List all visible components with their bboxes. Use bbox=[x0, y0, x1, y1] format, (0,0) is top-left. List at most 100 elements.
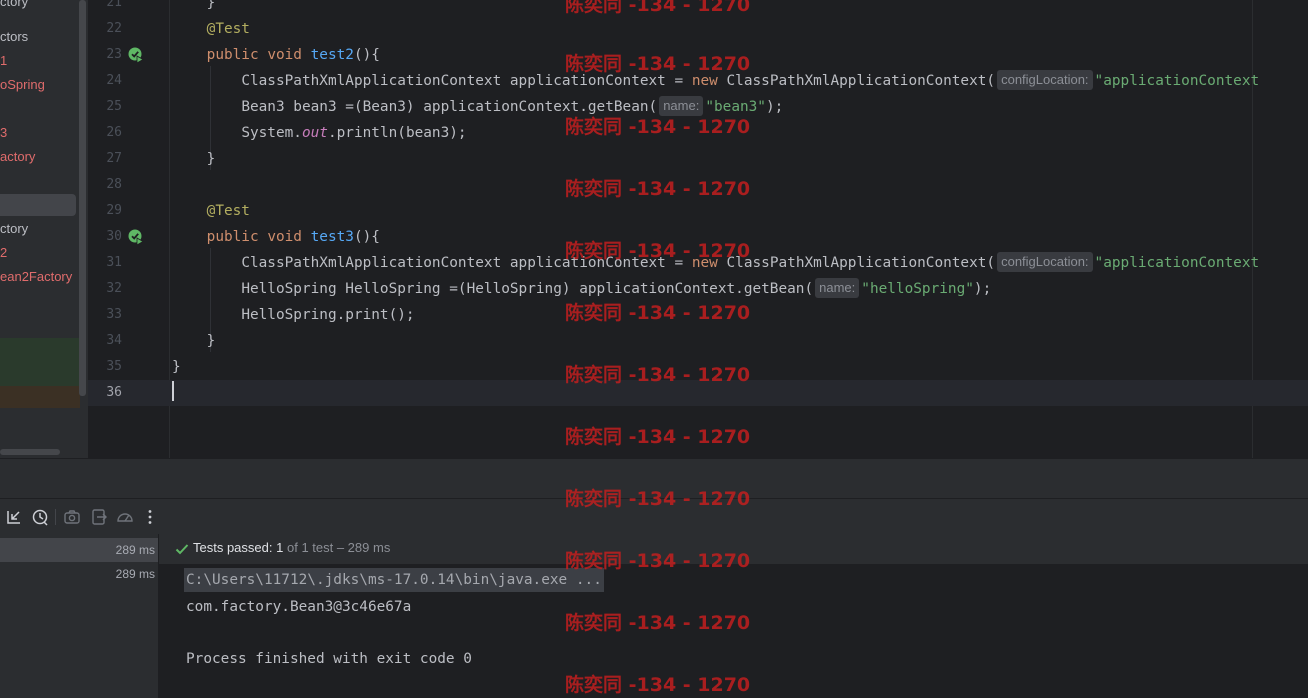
tree-horizontal-scrollbar[interactable] bbox=[0, 449, 60, 455]
code-text: @Test bbox=[206, 203, 250, 219]
console-output-line: com.factory.Bean3@3c46e67a bbox=[186, 599, 412, 615]
tree-item-label: ctory bbox=[0, 0, 29, 9]
tree-item[interactable]: actory bbox=[0, 146, 35, 168]
code-line: 32 HelloSpring HelloSpring =(HelloSpring… bbox=[88, 276, 1308, 302]
code-text: } bbox=[206, 0, 216, 11]
history-icon[interactable] bbox=[30, 507, 50, 527]
tree-item-label: oSpring bbox=[0, 77, 45, 92]
code-editor[interactable]: 21 } 22 @Test 23 public void test2(){ 24… bbox=[88, 0, 1308, 458]
code-text: ClassPathXmlApplicationContext applicati… bbox=[241, 252, 1260, 272]
parameter-hint: configLocation: bbox=[997, 252, 1093, 272]
tree-modified-highlight bbox=[0, 386, 80, 408]
test-duration: 289 ms bbox=[115, 543, 155, 557]
code-line: 35 } bbox=[88, 354, 1308, 380]
test-status-bar: Tests passed: 1 of 1 test – 289 ms bbox=[159, 534, 1308, 564]
tree-item-label: 2 bbox=[0, 245, 8, 260]
code-text: @Test bbox=[206, 21, 250, 37]
test-status-text: Tests passed: 1 of 1 test – 289 ms bbox=[193, 540, 391, 555]
code-text: System.out.println(bean3); bbox=[241, 125, 467, 141]
console-command-line[interactable]: C:\Users\11712\.jdks\ms-17.0.14\bin\java… bbox=[184, 568, 604, 592]
code-line: 23 public void test2(){ bbox=[88, 42, 1308, 68]
test-duration: 289 ms bbox=[115, 567, 155, 581]
code-line: 30 public void test3(){ bbox=[88, 224, 1308, 250]
code-text: public void test2(){ bbox=[206, 47, 380, 63]
code-line: 24 ClassPathXmlApplicationContext applic… bbox=[88, 68, 1308, 94]
console-output[interactable]: Tests passed: 1 of 1 test – 289 ms C:\Us… bbox=[159, 534, 1308, 698]
camera-icon[interactable] bbox=[62, 507, 82, 527]
line-number: 30 bbox=[106, 229, 122, 244]
tree-vertical-scrollbar[interactable] bbox=[79, 0, 86, 396]
tree-item[interactable]: oSpring bbox=[0, 74, 45, 96]
tree-item[interactable]: ctory bbox=[0, 218, 28, 240]
tree-item[interactable]: ctors bbox=[0, 26, 28, 48]
tree-item-label: ctors bbox=[0, 29, 29, 44]
tree-item[interactable]: 1 bbox=[0, 50, 7, 72]
import-tests-icon[interactable] bbox=[4, 507, 24, 527]
code-line: 26 System.out.println(bean3); bbox=[88, 120, 1308, 146]
code-line: 25 Bean3 bean3 =(Bean3) applicationConte… bbox=[88, 94, 1308, 120]
tree-item-label: 3 bbox=[0, 125, 8, 140]
code-line: 34 } bbox=[88, 328, 1308, 354]
line-number: 24 bbox=[106, 73, 122, 88]
tree-item[interactable]: ctory bbox=[0, 0, 28, 13]
code-line: 33 HelloSpring.print(); bbox=[88, 302, 1308, 328]
line-number: 32 bbox=[106, 281, 122, 296]
tree-item[interactable]: ean2Factory bbox=[0, 266, 72, 288]
more-options-icon[interactable] bbox=[140, 507, 160, 527]
line-number: 27 bbox=[106, 151, 122, 166]
line-number: 28 bbox=[106, 177, 122, 192]
text-caret bbox=[172, 381, 174, 401]
code-line: 27 } bbox=[88, 146, 1308, 172]
line-number: 31 bbox=[106, 255, 122, 270]
coverage-icon[interactable] bbox=[115, 507, 135, 527]
code-text: public void test3(){ bbox=[206, 229, 380, 245]
tree-item-label: ean2Factory bbox=[0, 269, 73, 284]
line-number: 25 bbox=[106, 99, 122, 114]
tool-window-header bbox=[0, 458, 1308, 499]
code-text: Bean3 bean3 =(Bean3) applicationContext.… bbox=[241, 96, 784, 116]
line-number: 29 bbox=[106, 203, 122, 218]
test-results-tree: 289 ms 289 ms bbox=[0, 534, 159, 698]
code-line: 22 @Test bbox=[88, 16, 1308, 42]
line-number: 33 bbox=[106, 307, 122, 322]
current-code-line[interactable]: 36 bbox=[88, 380, 1308, 406]
code-text: HelloSpring.print(); bbox=[241, 307, 415, 323]
export-icon[interactable] bbox=[89, 507, 109, 527]
tree-selection-highlight bbox=[0, 194, 76, 216]
code-text: } bbox=[172, 359, 181, 375]
line-number: 21 bbox=[106, 0, 122, 10]
test-tree-row[interactable]: 289 ms bbox=[0, 562, 158, 586]
check-icon bbox=[175, 544, 189, 555]
code-text bbox=[172, 380, 174, 406]
code-line: 29 @Test bbox=[88, 198, 1308, 224]
code-line: 28 bbox=[88, 172, 1308, 198]
tree-item-label: actory bbox=[0, 149, 36, 164]
tree-item[interactable]: 3 bbox=[0, 122, 7, 144]
parameter-hint: name: bbox=[659, 96, 704, 116]
line-number: 26 bbox=[106, 125, 122, 140]
run-toolbar bbox=[0, 498, 1308, 535]
code-text: } bbox=[206, 151, 216, 167]
code-text: ClassPathXmlApplicationContext applicati… bbox=[241, 70, 1260, 90]
code-text: HelloSpring HelloSpring =(HelloSpring) a… bbox=[241, 278, 992, 298]
test-tree-row[interactable]: 289 ms bbox=[0, 538, 158, 562]
parameter-hint: name: bbox=[815, 278, 860, 298]
line-number: 36 bbox=[106, 385, 122, 400]
console-output-line: Process finished with exit code 0 bbox=[186, 651, 472, 667]
code-line: 31 ClassPathXmlApplicationContext applic… bbox=[88, 250, 1308, 276]
code-line: 21 } bbox=[88, 0, 1308, 16]
run-test-passed-icon[interactable] bbox=[128, 47, 144, 63]
run-test-passed-icon[interactable] bbox=[128, 229, 144, 245]
toolbar-separator bbox=[55, 509, 56, 525]
tree-changed-highlight bbox=[0, 338, 80, 386]
tree-item-label: 1 bbox=[0, 53, 8, 68]
project-tree-panel: ctory ctors 1 oSpring 3 actory ctory 2 e… bbox=[0, 0, 88, 458]
line-number: 34 bbox=[106, 333, 122, 348]
line-number: 23 bbox=[106, 47, 122, 62]
line-number: 22 bbox=[106, 21, 122, 36]
parameter-hint: configLocation: bbox=[997, 70, 1093, 90]
code-text: } bbox=[206, 333, 216, 349]
line-number: 35 bbox=[106, 359, 122, 374]
tree-item-label: ctory bbox=[0, 221, 29, 236]
tree-item[interactable]: 2 bbox=[0, 242, 7, 264]
